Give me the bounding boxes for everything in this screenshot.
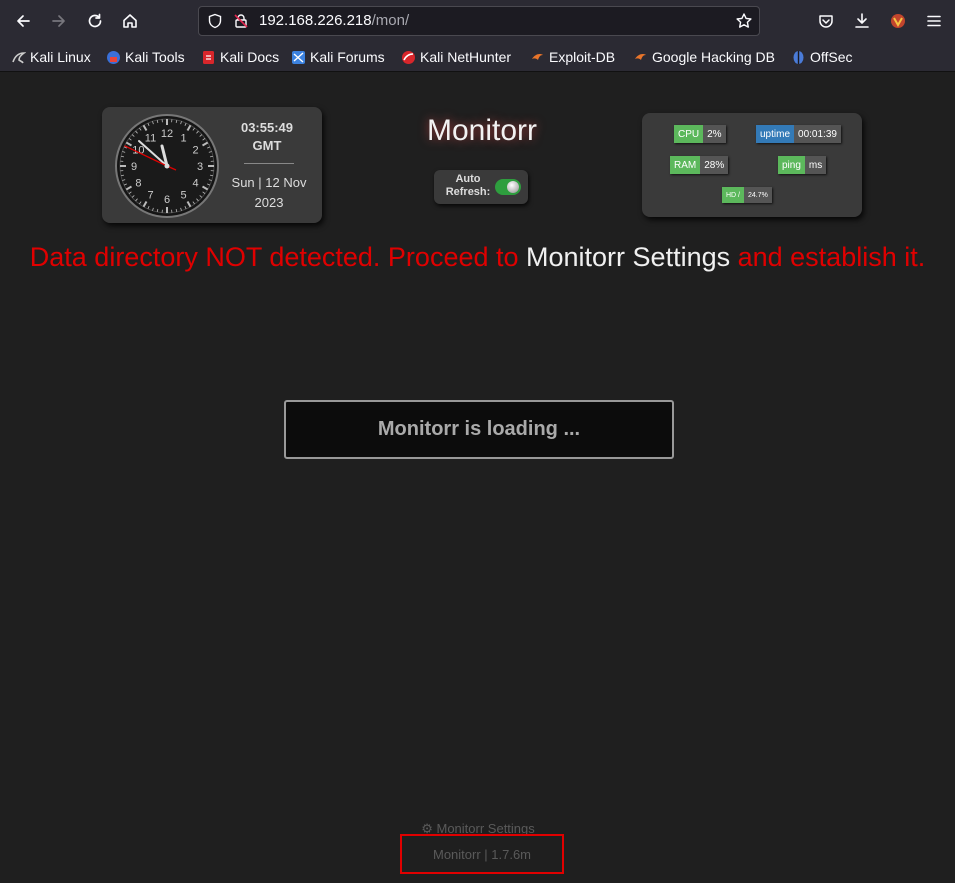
ram-value: 28% [700, 156, 729, 174]
back-arrow-icon [17, 15, 30, 27]
home-button[interactable] [116, 7, 144, 35]
clock-date: Sun | 12 Nov 2023 [224, 173, 314, 213]
url-path: /mon/ [371, 12, 410, 29]
version-highlight-box: Monitorr | 1.7.6m [400, 834, 564, 874]
menu-button[interactable] [920, 7, 948, 35]
ram-label: RAM [670, 156, 701, 174]
clock-numeral: 6 [164, 194, 170, 206]
bookmark-label: Kali NetHunter [420, 49, 512, 65]
bookmark-label: Kali Docs [220, 49, 280, 65]
clock-numeral: 9 [131, 161, 137, 173]
ghdb-icon [635, 53, 646, 60]
hd-value: 24.7% [744, 187, 772, 203]
bookmark-label: Google Hacking DB [652, 49, 775, 65]
uptime-value: 00:01:39 [794, 125, 841, 143]
data-directory-error: Data directory NOT detected. Proceed to … [0, 238, 955, 277]
bookmark-label: OffSec [810, 49, 853, 65]
clock-timezone: GMT [252, 138, 282, 153]
loading-box: Monitorr is loading ... [284, 400, 674, 459]
auto-refresh-label: Auto Refresh: [445, 173, 491, 198]
bookmarks-bar: Kali Linux Kali Tools Kali Docs Kali For… [0, 42, 955, 72]
forward-button[interactable] [45, 7, 73, 35]
bookmark-star-icon[interactable] [735, 12, 753, 30]
bookmark-kali-nethunter[interactable]: Kali NetHunter [401, 48, 511, 66]
extension-button[interactable] [884, 7, 912, 35]
clock-date-line1: Sun | 12 Nov [231, 175, 307, 190]
nethunter-icon [402, 50, 415, 64]
uptime-label: uptime [756, 125, 795, 143]
auto-refresh-toggle[interactable] [495, 179, 521, 195]
analog-clock: 12 1234567891011 [115, 114, 219, 218]
reload-button[interactable] [81, 7, 109, 35]
hd-label: HD / [722, 187, 744, 203]
monitorr-settings-link[interactable]: Monitorr Settings [526, 242, 730, 272]
kali-docs-icon [203, 50, 214, 64]
download-icon [855, 13, 869, 28]
bookmark-label: Kali Forums [310, 49, 385, 65]
insecure-lock-icon[interactable] [233, 13, 249, 29]
auto-refresh-control: Auto Refresh: [434, 170, 528, 204]
bookmark-kali-forums[interactable]: Kali Forums [291, 48, 385, 66]
bookmark-kali-linux[interactable]: Kali Linux [11, 48, 91, 66]
bookmark-google-hacking-db[interactable]: Google Hacking DB [633, 48, 775, 66]
error-text-end: and establish it. [730, 242, 926, 272]
offsec-icon [793, 50, 804, 64]
clock-numeral: 1 [180, 132, 186, 144]
cpu-label: CPU [674, 125, 704, 143]
url-text[interactable]: 192.168.226.218/mon/ [259, 12, 409, 29]
clock-numeral: 5 [180, 190, 186, 202]
ping-value: ms [804, 156, 827, 174]
version-text[interactable]: Monitorr | 1.7.6m [433, 847, 531, 862]
error-text-start: Data directory NOT detected. Proceed to [29, 242, 527, 272]
clock-time-value: 03:55:49 [240, 120, 294, 135]
ram-stat: RAM 28% [670, 156, 729, 174]
kali-tools-icon [107, 50, 120, 64]
browser-toolbar: 192.168.226.218/mon/ [0, 0, 955, 42]
url-host: 192.168.226.218 [259, 12, 372, 29]
page-title: Monitorr [426, 114, 538, 147]
hd-stat: HD / 24.7% [722, 187, 772, 203]
kali-forums-icon [292, 50, 305, 64]
uptime-stat: uptime 00:01:39 [756, 125, 841, 143]
exploit-db-icon [532, 53, 543, 60]
clock-numeral: 8 [135, 178, 141, 190]
pocket-icon [819, 15, 833, 28]
downloads-button[interactable] [848, 7, 876, 35]
clock-numeral: 4 [193, 178, 199, 190]
clock-numeral: 2 [193, 145, 199, 157]
cpu-stat: CPU 2% [674, 125, 726, 143]
ping-label: ping [778, 156, 805, 174]
hamburger-menu-icon [927, 15, 941, 27]
clock-digital-time: 03:55:49 GMT [230, 119, 304, 155]
bookmark-offsec[interactable]: OffSec [791, 48, 853, 66]
bookmark-label: Kali Tools [125, 49, 185, 65]
kali-dragon-icon [12, 51, 26, 63]
clock-date-line2: 2023 [254, 195, 284, 210]
bookmark-exploit-db[interactable]: Exploit-DB [530, 48, 615, 66]
bookmark-kali-docs[interactable]: Kali Docs [201, 48, 279, 66]
clock-panel: 12 1 2 3 4 5 6 7 8 9 10 11 03:55:49 GMT Sun | 12 No… [102, 107, 322, 223]
cpu-value: 2% [703, 125, 726, 143]
system-stats-panel: CPU 2% uptime 00:01:39 RAM 28% ping ms H… [642, 113, 862, 217]
monitorr-page: 12 1 2 3 4 5 6 7 8 9 10 11 03:55:49 GMT Sun | 12 No… [0, 72, 955, 883]
pocket-button[interactable] [812, 7, 840, 35]
clock-numeral: 7 [147, 190, 153, 202]
clock-numeral: 12 [161, 128, 173, 140]
extension-icon [891, 14, 905, 28]
home-icon [123, 14, 137, 28]
bookmark-label: Kali Linux [30, 49, 91, 65]
url-bar[interactable]: 192.168.226.218/mon/ [198, 6, 760, 36]
reload-icon [88, 13, 102, 28]
ping-stat: ping ms [778, 156, 827, 174]
back-button[interactable] [9, 7, 37, 35]
shield-icon[interactable] [207, 13, 223, 29]
clock-divider [244, 163, 294, 164]
clock-numeral: 3 [197, 161, 203, 173]
toggle-knob [507, 181, 519, 193]
bookmark-kali-tools[interactable]: Kali Tools [106, 48, 185, 66]
forward-arrow-icon [52, 15, 65, 27]
clock-numeral: 11 [145, 132, 156, 144]
bookmark-label: Exploit-DB [549, 49, 616, 65]
